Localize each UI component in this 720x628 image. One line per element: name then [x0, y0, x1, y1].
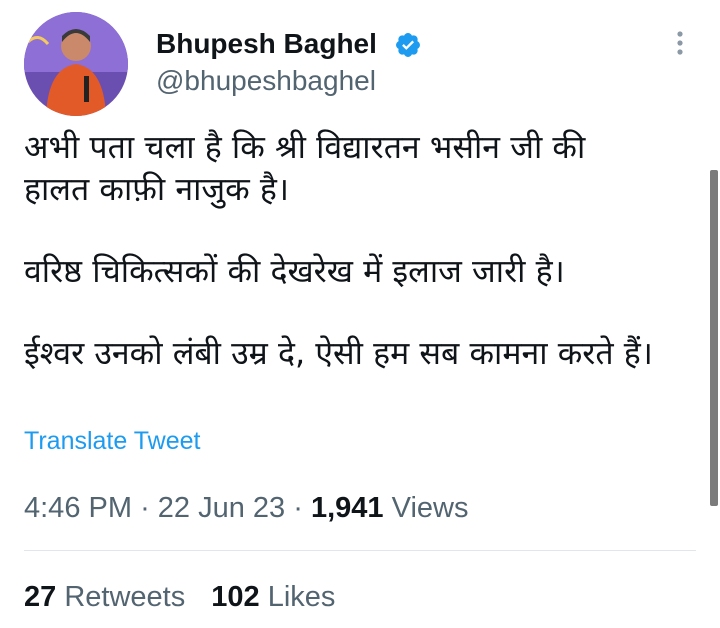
meta-separator: ·	[140, 492, 150, 524]
tweet-paragraph: अभी पता चला है कि श्री विद्यारतन भसीन जी…	[24, 126, 704, 210]
tweet-time[interactable]: 4:46 PM	[24, 492, 132, 524]
divider	[24, 550, 696, 551]
verified-badge-icon	[396, 33, 420, 57]
more-vertical-icon[interactable]	[668, 26, 692, 60]
tweet-stats: 27 Retweets 102 Likes	[24, 578, 353, 616]
tweet-paragraph: वरिष्ठ चिकित्सकों की देखरेख में इलाज जार…	[24, 250, 704, 292]
views-label: Views	[391, 492, 469, 524]
tweet-line: वरिष्ठ चिकित्सकों की देखरेख में इलाज जार…	[24, 252, 565, 290]
meta-separator: ·	[293, 492, 303, 524]
retweets-label: Retweets	[64, 581, 186, 613]
tweet-metadata: 4:46 PM · 22 Jun 23 · 1,941 Views	[24, 488, 468, 528]
likes-stat[interactable]: 102 Likes	[211, 578, 335, 616]
display-name[interactable]: Bhupesh Baghel	[156, 24, 377, 64]
likes-count: 102	[211, 581, 260, 613]
retweets-stat[interactable]: 27 Retweets	[24, 578, 185, 616]
tweet-text: अभी पता चला है कि श्री विद्यारतन भसीन जी…	[24, 126, 704, 374]
retweets-count: 27	[24, 581, 57, 613]
user-handle[interactable]: @bhupeshbaghel	[156, 62, 376, 100]
likes-label: Likes	[267, 581, 336, 613]
scrollbar-thumb[interactable]	[710, 170, 718, 506]
tweet-line: ईश्वर उनको लंबी उम्र दे, ऐसी हम सब कामना…	[24, 334, 653, 372]
tweet-line: हालत काफ़ी नाजुक है।	[24, 170, 290, 208]
tweet-date[interactable]: 22 Jun 23	[158, 492, 285, 524]
tweet-paragraph: ईश्वर उनको लंबी उम्र दे, ऐसी हम सब कामना…	[24, 332, 704, 374]
tweet-line: अभी पता चला है कि श्री विद्यारतन भसीन जी…	[24, 128, 586, 166]
avatar[interactable]	[24, 12, 128, 116]
translate-tweet-link[interactable]: Translate Tweet	[24, 424, 200, 458]
views-count: 1,941	[310, 492, 384, 524]
